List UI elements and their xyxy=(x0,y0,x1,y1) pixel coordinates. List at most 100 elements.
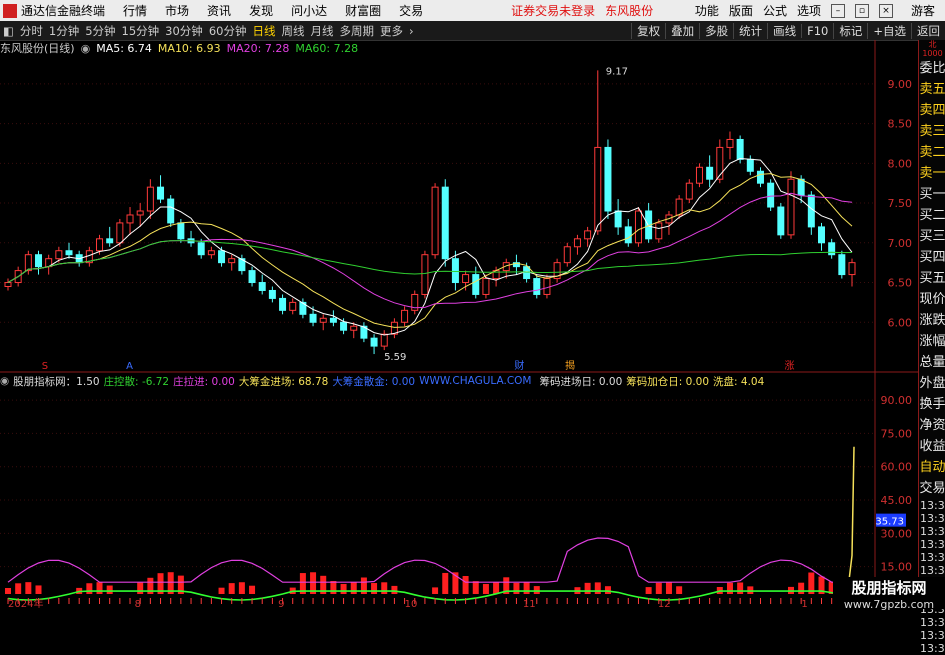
date-tick-label: 10 xyxy=(405,599,418,609)
panel-item[interactable]: 买二 xyxy=(919,205,945,226)
indicator-bar xyxy=(137,582,144,594)
period-weekly[interactable]: 周线 xyxy=(281,23,304,39)
candle-body xyxy=(482,278,490,295)
restore-icon[interactable]: ▫ xyxy=(854,3,869,18)
panel-item[interactable]: 涨跌 xyxy=(919,310,945,331)
indicator-bar xyxy=(25,582,32,594)
period-30min[interactable]: 30分钟 xyxy=(165,23,203,39)
price-tick-label: 9.00 xyxy=(888,78,913,91)
panel-auto[interactable]: 自动 xyxy=(919,457,945,478)
menu-formula[interactable]: 公式 xyxy=(763,2,787,19)
candle-body xyxy=(35,254,43,268)
tool-f10[interactable]: F10 xyxy=(801,23,833,38)
panel-item[interactable]: 卖一 xyxy=(919,163,945,184)
menu-item-wealth[interactable]: 财富圈 xyxy=(345,2,381,19)
panel-item[interactable]: 卖五 xyxy=(919,79,945,100)
date-tick-label: 8 xyxy=(135,599,141,609)
tool-adjust[interactable]: 复权 xyxy=(631,22,665,39)
menu-item-quotes[interactable]: 行情 xyxy=(123,2,147,19)
candle-body xyxy=(523,266,531,280)
panel-time: 13:32 xyxy=(920,564,945,577)
indicator-bar xyxy=(594,582,601,594)
indicator-toggle-icon[interactable]: ◉ xyxy=(0,375,9,387)
menu-item-news[interactable]: 资讯 xyxy=(207,2,231,19)
candle-body xyxy=(594,146,602,232)
panel-item[interactable]: 总量 xyxy=(919,352,945,373)
period-daily[interactable]: 日线 xyxy=(252,23,275,39)
period-multi[interactable]: 多周期 xyxy=(339,23,374,39)
period-1min[interactable]: 1分钟 xyxy=(49,23,79,39)
period-toggle-icon[interactable]: ◧ xyxy=(3,24,14,38)
candle-body xyxy=(685,182,693,200)
panel-time: 13:32 xyxy=(920,525,945,538)
panel-item[interactable]: 买一 xyxy=(919,184,945,205)
kline-chart[interactable]: 9.00 8.50 8.00 7.50 7.00 6.50 6.00 9.17 5.59 S A 财 揭… xyxy=(0,40,918,609)
period-5min[interactable]: 5分钟 xyxy=(85,23,115,39)
candle-body xyxy=(543,278,551,295)
indicator-bar xyxy=(228,583,235,594)
indicator-bar xyxy=(676,586,683,594)
tool-mark[interactable]: 标记 xyxy=(833,22,867,39)
menu-layout[interactable]: 版面 xyxy=(729,2,753,19)
candle-body xyxy=(106,238,114,244)
price-tick-label: 8.00 xyxy=(888,157,913,170)
panel-item[interactable]: 涨幅 xyxy=(919,331,945,352)
candle-body xyxy=(309,313,317,323)
panel-item[interactable]: 卖四 xyxy=(919,100,945,121)
event-marker: A xyxy=(126,361,133,372)
menu-item-ask[interactable]: 问小达 xyxy=(291,2,327,19)
panel-item[interactable]: 收益 xyxy=(919,436,945,457)
price-tick-label: 7.50 xyxy=(888,197,913,210)
tool-multistock[interactable]: 多股 xyxy=(699,22,733,39)
tool-stats[interactable]: 统计 xyxy=(733,22,767,39)
tool-add-watch[interactable]: +自选 xyxy=(867,22,911,39)
indicator-bar xyxy=(371,583,378,594)
ind-url: WWW.CHAGULA.COM xyxy=(419,375,532,387)
panel-item[interactable]: 买五 xyxy=(919,268,945,289)
close-icon[interactable]: × xyxy=(878,3,893,18)
menu-function[interactable]: 功能 xyxy=(695,2,719,19)
candle-body xyxy=(838,254,846,276)
panel-trade[interactable]: 交易 xyxy=(919,478,945,499)
panel-item[interactable]: 卖三 xyxy=(919,121,945,142)
panel-item[interactable]: 现价 xyxy=(919,289,945,310)
price-tick-label: 6.50 xyxy=(888,277,913,290)
indicator-bar xyxy=(737,582,744,594)
minimize-icon[interactable]: – xyxy=(830,3,845,18)
menu-item-trade[interactable]: 交易 xyxy=(399,2,423,19)
indicator-bar xyxy=(482,583,489,594)
indicator-bar xyxy=(655,582,662,594)
indicator-bar xyxy=(726,582,733,594)
ma20-value: MA20: 7.28 xyxy=(226,41,290,55)
candle-body xyxy=(767,182,775,208)
candle-body xyxy=(370,337,378,347)
menu-options[interactable]: 选项 xyxy=(797,2,821,19)
ind-v2: 庄拉进: 0.00 xyxy=(173,375,235,388)
right-quote-panel: 北 1000 委比 卖五 卖四 卖三 卖二 卖一 买一 买二 买三 买四 买五 现价 涨跌 涨幅 总量 外盘 换手净… xyxy=(918,40,945,655)
indicator-bar xyxy=(442,572,449,594)
panel-item[interactable]: 外盘 xyxy=(919,373,945,394)
period-more[interactable]: 更多 xyxy=(380,23,403,39)
panel-item[interactable]: 换手 xyxy=(919,394,945,415)
login-warning[interactable]: 证券交易未登录 xyxy=(511,2,595,19)
period-60min[interactable]: 60分钟 xyxy=(209,23,247,39)
tool-overlay[interactable]: 叠加 xyxy=(665,22,699,39)
panel-item[interactable]: 净资 xyxy=(919,415,945,436)
ind-tick-label: 15.00 xyxy=(881,561,913,574)
panel-item[interactable]: 委比 xyxy=(919,58,945,79)
menu-item-discover[interactable]: 发现 xyxy=(249,2,273,19)
panel-item[interactable]: 买三 xyxy=(919,226,945,247)
menu-item-market[interactable]: 市场 xyxy=(165,2,189,19)
panel-item[interactable]: 买四 xyxy=(919,247,945,268)
guest-label[interactable]: 游客 xyxy=(911,2,935,19)
period-15min[interactable]: 15分钟 xyxy=(122,23,160,39)
current-stock: 东风股份 xyxy=(605,4,654,18)
settings-icon[interactable]: ◉ xyxy=(81,42,91,55)
chevron-right-icon[interactable]: › xyxy=(409,24,414,38)
panel-item[interactable]: 卖二 xyxy=(919,142,945,163)
period-monthly[interactable]: 月线 xyxy=(310,23,333,39)
period-intraday[interactable]: 分时 xyxy=(20,23,43,39)
ma60-value: MA60: 7.28 xyxy=(295,41,359,55)
tool-draw[interactable]: 画线 xyxy=(767,22,801,39)
tool-back[interactable]: 返回 xyxy=(911,22,945,39)
